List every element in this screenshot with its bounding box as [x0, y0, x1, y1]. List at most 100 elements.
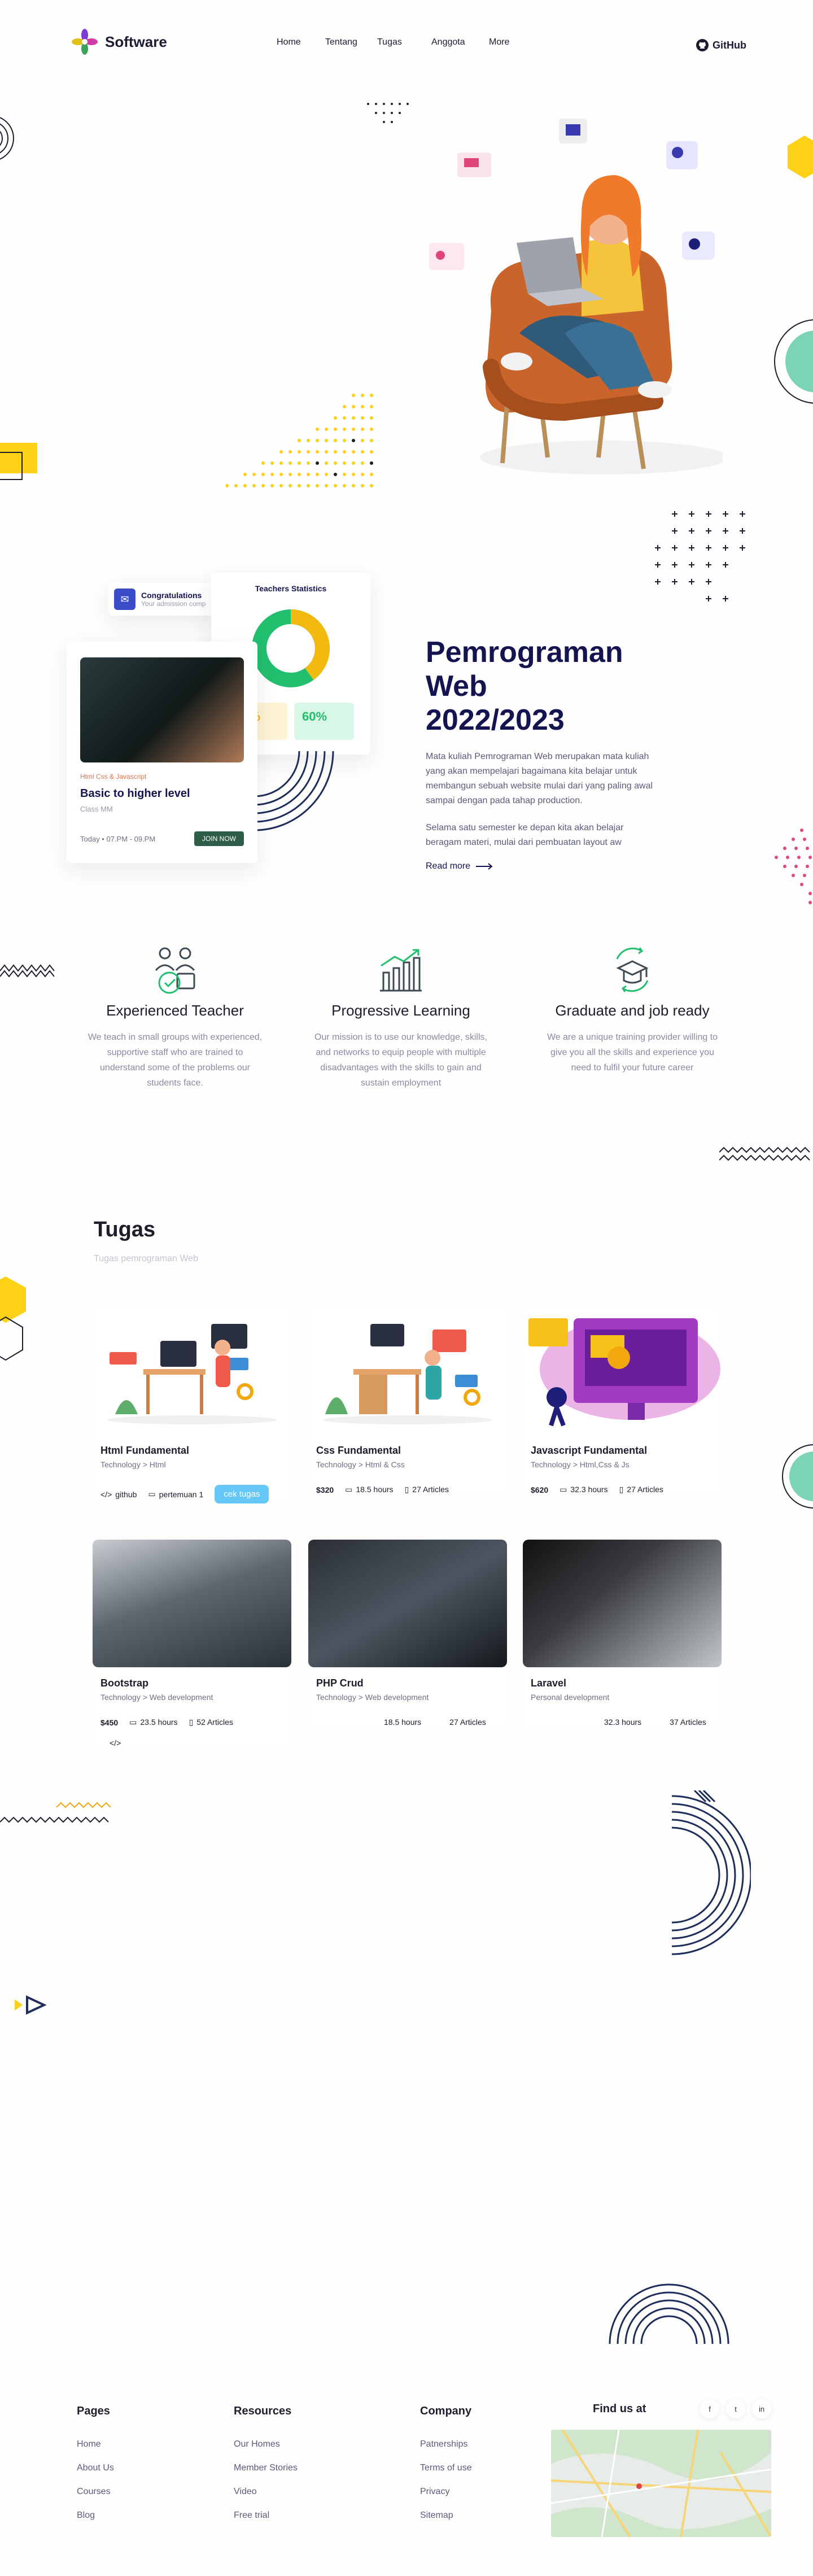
hero-illustration — [429, 119, 723, 474]
github-course-link[interactable]: </> github — [100, 1490, 137, 1499]
course-card-css[interactable]: Css Fundamental Technology > Html & Css … — [308, 1307, 507, 1494]
github-link[interactable]: GitHub — [696, 38, 746, 52]
location-map[interactable] — [551, 2430, 771, 2537]
course-articles: 52 Articles — [196, 1718, 233, 1727]
nav-link-home[interactable]: Home — [277, 37, 325, 47]
intro-paragraph-2: Selama satu semester ke depan kita akan … — [426, 823, 624, 848]
course-promo-card[interactable]: Html Css & Javascript Basic to higher le… — [67, 642, 257, 863]
course-card-bootstrap[interactable]: Bootstrap Technology > Web development $… — [93, 1540, 291, 1747]
course-card-html[interactable]: Html Fundamental Technology > Html </> gi… — [93, 1307, 291, 1503]
arrow-right-icon — [476, 863, 493, 870]
footer-link-sitemap[interactable]: Sitemap — [420, 2510, 472, 2521]
zigzag-decor-left — [0, 964, 55, 978]
document-icon: ▯ — [619, 1485, 624, 1494]
footer-link-our-homes[interactable]: Our Homes — [234, 2439, 298, 2449]
logo-flower-icon — [72, 29, 98, 55]
code-link-icon[interactable]: </> — [110, 1738, 291, 1747]
footer-find-us: Find us at f t in — [551, 2399, 771, 2537]
footer-link-blog[interactable]: Blog — [77, 2510, 114, 2521]
pink-dots-decor — [775, 829, 812, 904]
monitor-icon: ▭ — [560, 1485, 567, 1494]
footer-link-courses[interactable]: Courses — [77, 2487, 114, 2497]
footer-link-terms[interactable]: Terms of use — [420, 2463, 472, 2473]
footer-resources: Resources Our Homes Member Stories Video… — [234, 2405, 298, 2534]
footer-link-partnerships[interactable]: Patnerships — [420, 2439, 472, 2449]
course-meta: Technology > Web development — [100, 1693, 213, 1702]
footer-link-member-stories[interactable]: Member Stories — [234, 2463, 298, 2473]
stats-donut-chart — [252, 609, 330, 687]
footer-resources-title: Resources — [234, 2405, 292, 2417]
congratulations-toast: ✉ Congratulations Your admission comp — [108, 583, 221, 616]
course-hours: 32.3 hours — [570, 1485, 608, 1494]
footer-pages-title: Pages — [77, 2405, 110, 2417]
teal-circle-decor-2 — [782, 1444, 813, 1509]
course-price: $620 — [531, 1485, 549, 1494]
monitor-icon: ▭ — [148, 1489, 156, 1498]
small-dots-decor — [367, 103, 409, 123]
course-articles: 27 Articles — [412, 1485, 449, 1494]
course-card-laravel[interactable]: Laravel Personal development 32.3 hours … — [523, 1540, 722, 1727]
cek-tugas-button[interactable]: cek tugas — [215, 1485, 269, 1503]
course-hours: 23.5 hours — [140, 1718, 178, 1727]
course-name: Html Fundamental — [100, 1445, 190, 1456]
course-name: Laravel — [531, 1677, 567, 1689]
concentric-circles-decor — [0, 117, 14, 160]
footer-link-privacy[interactable]: Privacy — [420, 2487, 472, 2497]
toast-subtitle: Your admission comp — [141, 600, 206, 608]
course-meta: Technology > Html — [100, 1460, 166, 1469]
course-name: Bootstrap — [100, 1677, 148, 1689]
intro-block: Pemrograman Web 2022/2023 Mata kuliah Pe… — [426, 636, 691, 871]
teal-circle-decor — [774, 319, 813, 404]
footer-link-video[interactable]: Video — [234, 2487, 298, 2497]
course-meta: Technology > Html,Css & Js — [531, 1460, 630, 1469]
meeting-link[interactable]: ▭ pertemuan 1 — [148, 1489, 203, 1499]
course-card-javascript[interactable]: Javascript Fundamental Technology > Html… — [523, 1307, 722, 1494]
course-tag: Html Css & Javascript — [80, 773, 147, 781]
join-now-button[interactable]: JOIN NOW — [194, 831, 244, 846]
main-menu: Home Tentang Tugas Anggota More — [277, 37, 509, 47]
feature-title: Experienced Teacher — [106, 1002, 244, 1019]
footer-link-about[interactable]: About Us — [77, 2463, 114, 2473]
intro-paragraph-1: Mata kuliah Pemrograman Web merupakan ma… — [426, 752, 653, 806]
course-class: Class MM — [80, 805, 113, 813]
facebook-icon[interactable]: f — [700, 2399, 719, 2418]
document-icon: ▯ — [189, 1718, 194, 1727]
course-meta: Personal development — [531, 1693, 610, 1702]
course-name: PHP Crud — [316, 1677, 364, 1689]
course-card-php[interactable]: PHP Crud Technology > Web development 18… — [308, 1540, 507, 1727]
monitor-icon: ▭ — [129, 1718, 137, 1727]
course-hours: 18.5 hours — [384, 1718, 422, 1727]
feature-text: We are a unique training provider willin… — [547, 1032, 718, 1073]
brand-logo[interactable]: Software — [71, 28, 167, 55]
arc-lines-decor-large — [671, 1790, 751, 1955]
course-photo — [80, 657, 244, 762]
twitter-icon[interactable]: t — [726, 2399, 745, 2418]
read-more-label: Read more — [426, 861, 471, 871]
course-articles: 27 Articles — [449, 1718, 486, 1727]
yellow-hexagon-decor — [788, 136, 813, 178]
footer-link-home[interactable]: Home — [77, 2439, 114, 2449]
linkedin-icon[interactable]: in — [752, 2399, 771, 2418]
arc-lines-decor — [253, 751, 334, 831]
course-image — [93, 1540, 291, 1667]
nav-link-more[interactable]: More — [489, 37, 509, 47]
course-price: $450 — [100, 1718, 119, 1727]
nav-link-tugas[interactable]: Tugas — [377, 37, 431, 47]
footer-pages: Pages Home About Us Courses Blog — [77, 2405, 114, 2534]
feature-text: We teach in small groups with experience… — [88, 1032, 263, 1088]
read-more-link[interactable]: Read more — [426, 861, 691, 871]
code-icon: </> — [100, 1489, 112, 1499]
feature-progressive-learning: Progressive Learning Our mission is to u… — [311, 945, 491, 1091]
course-title: Basic to higher level — [80, 787, 190, 800]
github-icon — [696, 39, 709, 51]
github-label: GitHub — [713, 39, 746, 51]
nav-link-anggota[interactable]: Anggota — [431, 37, 489, 47]
footer-link-free-trial[interactable]: Free trial — [234, 2510, 298, 2521]
course-stat-a: github — [115, 1489, 137, 1499]
course-meta: Technology > Html & Css — [316, 1460, 405, 1469]
nav-link-tentang[interactable]: Tentang — [325, 37, 377, 47]
course-name: Css Fundamental — [316, 1445, 401, 1456]
teacher-icon — [155, 947, 195, 994]
stat-b-value: 60% — [302, 709, 327, 723]
feature-text: Our mission is to use our knowledge, ski… — [314, 1032, 487, 1088]
